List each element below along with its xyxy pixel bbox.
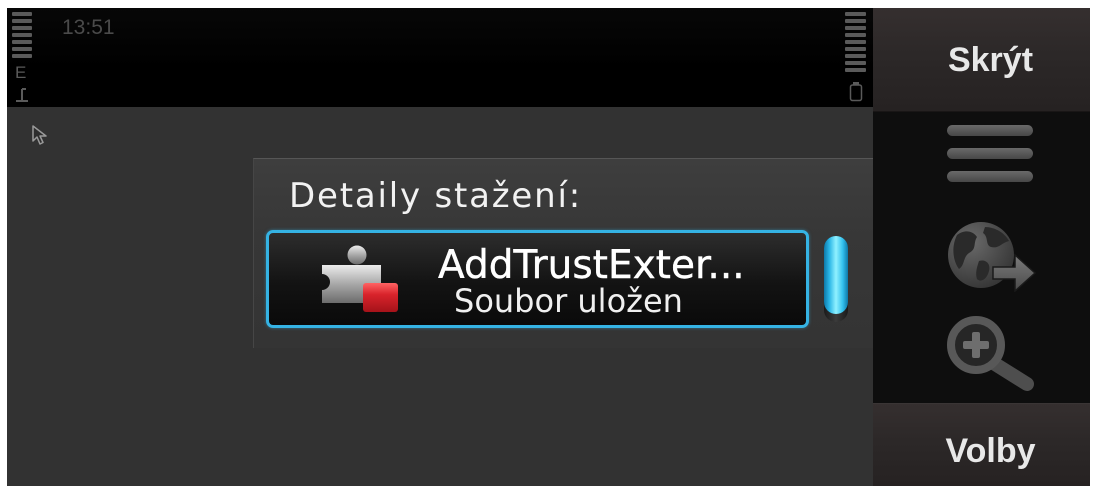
side-panel: Skrýt Volby [873, 8, 1090, 486]
menu-icon[interactable] [947, 125, 1033, 182]
clock: 13:51 [62, 16, 115, 39]
popup-title: Detaily stažení: [289, 176, 582, 216]
download-status: Soubor uložen [454, 282, 683, 320]
cursor-icon [32, 125, 47, 145]
toolbar-zoom-button[interactable] [945, 314, 1036, 392]
battery-level-icon [845, 12, 866, 72]
scrollbar-thumb[interactable] [824, 236, 848, 314]
antenna-icon [16, 88, 28, 102]
options-softkey-label: Volby [945, 432, 1036, 470]
battery-icon [849, 82, 863, 102]
toolbar-go-to-button[interactable] [943, 221, 1037, 292]
popup-scrollbar[interactable] [823, 236, 849, 322]
toolbar-menu-button[interactable] [947, 125, 1033, 182]
download-details-popup: Detaily stažení: AddTrustExter... Soubor… [253, 158, 873, 348]
phone-screen: E 13:51 Detaily stažení: AddTrustExter..… [7, 8, 1090, 486]
hide-softkey-label: Skrýt [947, 40, 1034, 79]
globe-arrow-icon[interactable] [943, 221, 1037, 292]
browser-toolbar [873, 112, 1090, 403]
network-mode-indicator: E [15, 63, 27, 82]
options-softkey[interactable]: Volby [873, 403, 1090, 486]
status-bar: E 13:51 [7, 8, 873, 107]
hide-softkey[interactable]: Skrýt [873, 8, 1090, 112]
zoom-in-icon[interactable] [945, 314, 1036, 392]
download-list-item[interactable]: AddTrustExter... Soubor uložen [266, 230, 809, 328]
signal-strength-icon [12, 12, 32, 58]
plugin-icon [322, 245, 398, 312]
browser-content: Detaily stažení: AddTrustExter... Soubor… [7, 107, 873, 486]
download-file-name: AddTrustExter... [438, 243, 745, 288]
